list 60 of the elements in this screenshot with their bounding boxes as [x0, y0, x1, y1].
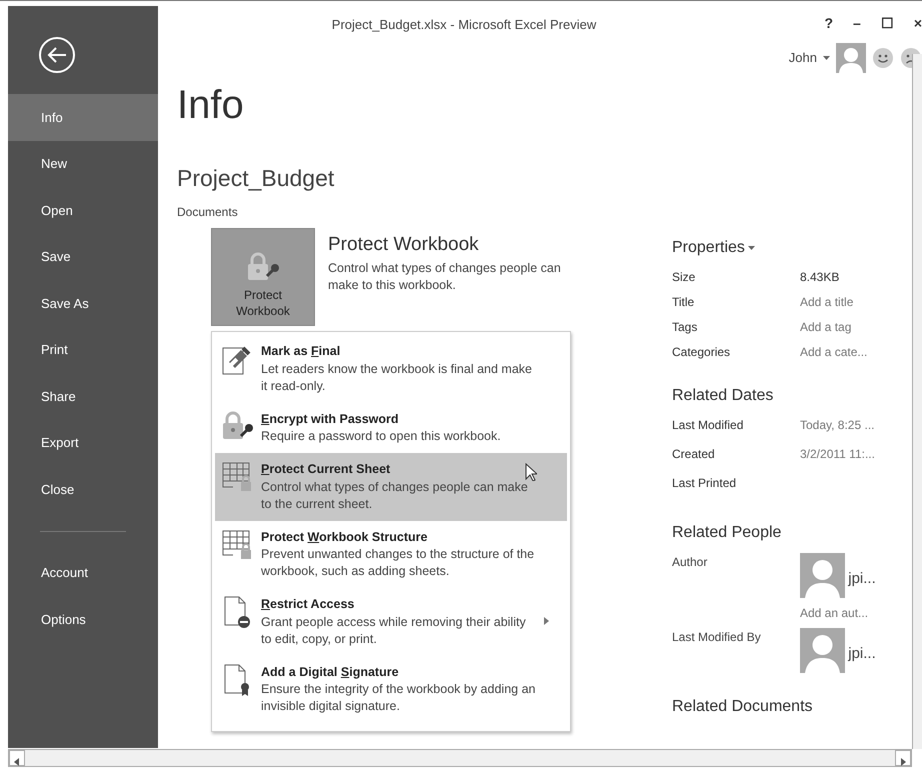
person-name[interactable]: jpi... — [848, 568, 876, 590]
property-value[interactable]: Add a cate... — [800, 343, 868, 368]
caret-icon — [823, 56, 830, 60]
window-title: Project_Budget.xlsx - Microsoft Excel Preview — [330, 16, 598, 34]
property-label: Size — [672, 269, 696, 286]
lock-key-icon — [245, 250, 281, 283]
section-heading[interactable]: Properties — [672, 236, 745, 260]
sidebar-item[interactable]: Account — [8, 550, 158, 596]
date-label: Last Printed — [672, 475, 738, 492]
sidebar-item[interactable]: Open — [8, 187, 158, 234]
document-location: Documents — [177, 204, 238, 221]
sidebar-item[interactable]: Share — [8, 373, 158, 420]
person-label: Last Modified By — [672, 629, 762, 646]
person-name[interactable]: jpi... — [848, 642, 876, 665]
sidebar-item[interactable]: Options — [8, 596, 158, 642]
date-value: Today, 8:25 ... — [800, 417, 874, 434]
document-name: Project_Budget — [177, 164, 334, 193]
date-label: Last Modified — [672, 417, 744, 434]
sheet-lock-icon — [221, 528, 253, 562]
property-label: Categories — [672, 344, 732, 361]
section-heading: Related Dates — [672, 386, 774, 406]
section-title: Protect Workbook — [328, 233, 480, 258]
property-value[interactable]: Add a tag — [800, 318, 852, 343]
protect-workbook-button[interactable]: Protect Workbook — [211, 228, 315, 326]
sidebar-item[interactable]: Info — [8, 94, 158, 140]
sidebar-item[interactable]: New — [8, 140, 158, 187]
cursor-icon — [525, 463, 537, 482]
smiley-icon — [872, 47, 894, 69]
property-label: Title — [672, 294, 696, 311]
sidebar-item[interactable]: Close — [8, 466, 158, 512]
menu-item[interactable]: Protect Current Sheet Control what types of changes people can make to the current sheet. — [215, 453, 567, 521]
avatar-icon — [836, 43, 866, 73]
horizontal-scrollbar[interactable] — [8, 749, 912, 767]
property-value[interactable]: Add a title — [800, 293, 854, 318]
person-label: Author — [672, 554, 708, 571]
avatar-icon — [800, 553, 845, 598]
date-value: 3/2/2011 11:... — [800, 446, 875, 463]
sidebar-item[interactable]: Export — [8, 420, 158, 466]
user-name[interactable]: John — [788, 48, 817, 68]
scroll-right-button[interactable] — [895, 750, 911, 766]
vertical-scrollbar[interactable] — [912, 54, 922, 749]
avatar-icon — [800, 628, 845, 673]
section-heading: Related Documents — [672, 697, 814, 717]
page-heading: Info — [177, 82, 244, 129]
sidebar-item[interactable]: Print — [8, 326, 158, 373]
sidebar-item[interactable]: Save — [8, 234, 158, 280]
property-value: 8.43KB — [800, 269, 840, 286]
property-label: Tags — [672, 319, 698, 336]
back-button[interactable] — [38, 36, 76, 74]
scroll-left-button[interactable] — [9, 750, 25, 766]
section-heading: Related People — [672, 523, 782, 543]
date-label: Created — [672, 446, 716, 463]
maximize-button[interactable]: ☐ — [880, 13, 894, 34]
section-description: Control what types of changes people can make to this workbook. — [328, 260, 562, 294]
help-button[interactable]: ? — [824, 13, 834, 34]
sidebar-item[interactable]: Save As — [8, 280, 158, 326]
add-author-link[interactable]: Add an aut... — [800, 604, 876, 622]
caret-icon — [748, 246, 756, 250]
minimize-button[interactable]: – — [853, 13, 861, 34]
close-button[interactable]: × — [914, 13, 922, 34]
